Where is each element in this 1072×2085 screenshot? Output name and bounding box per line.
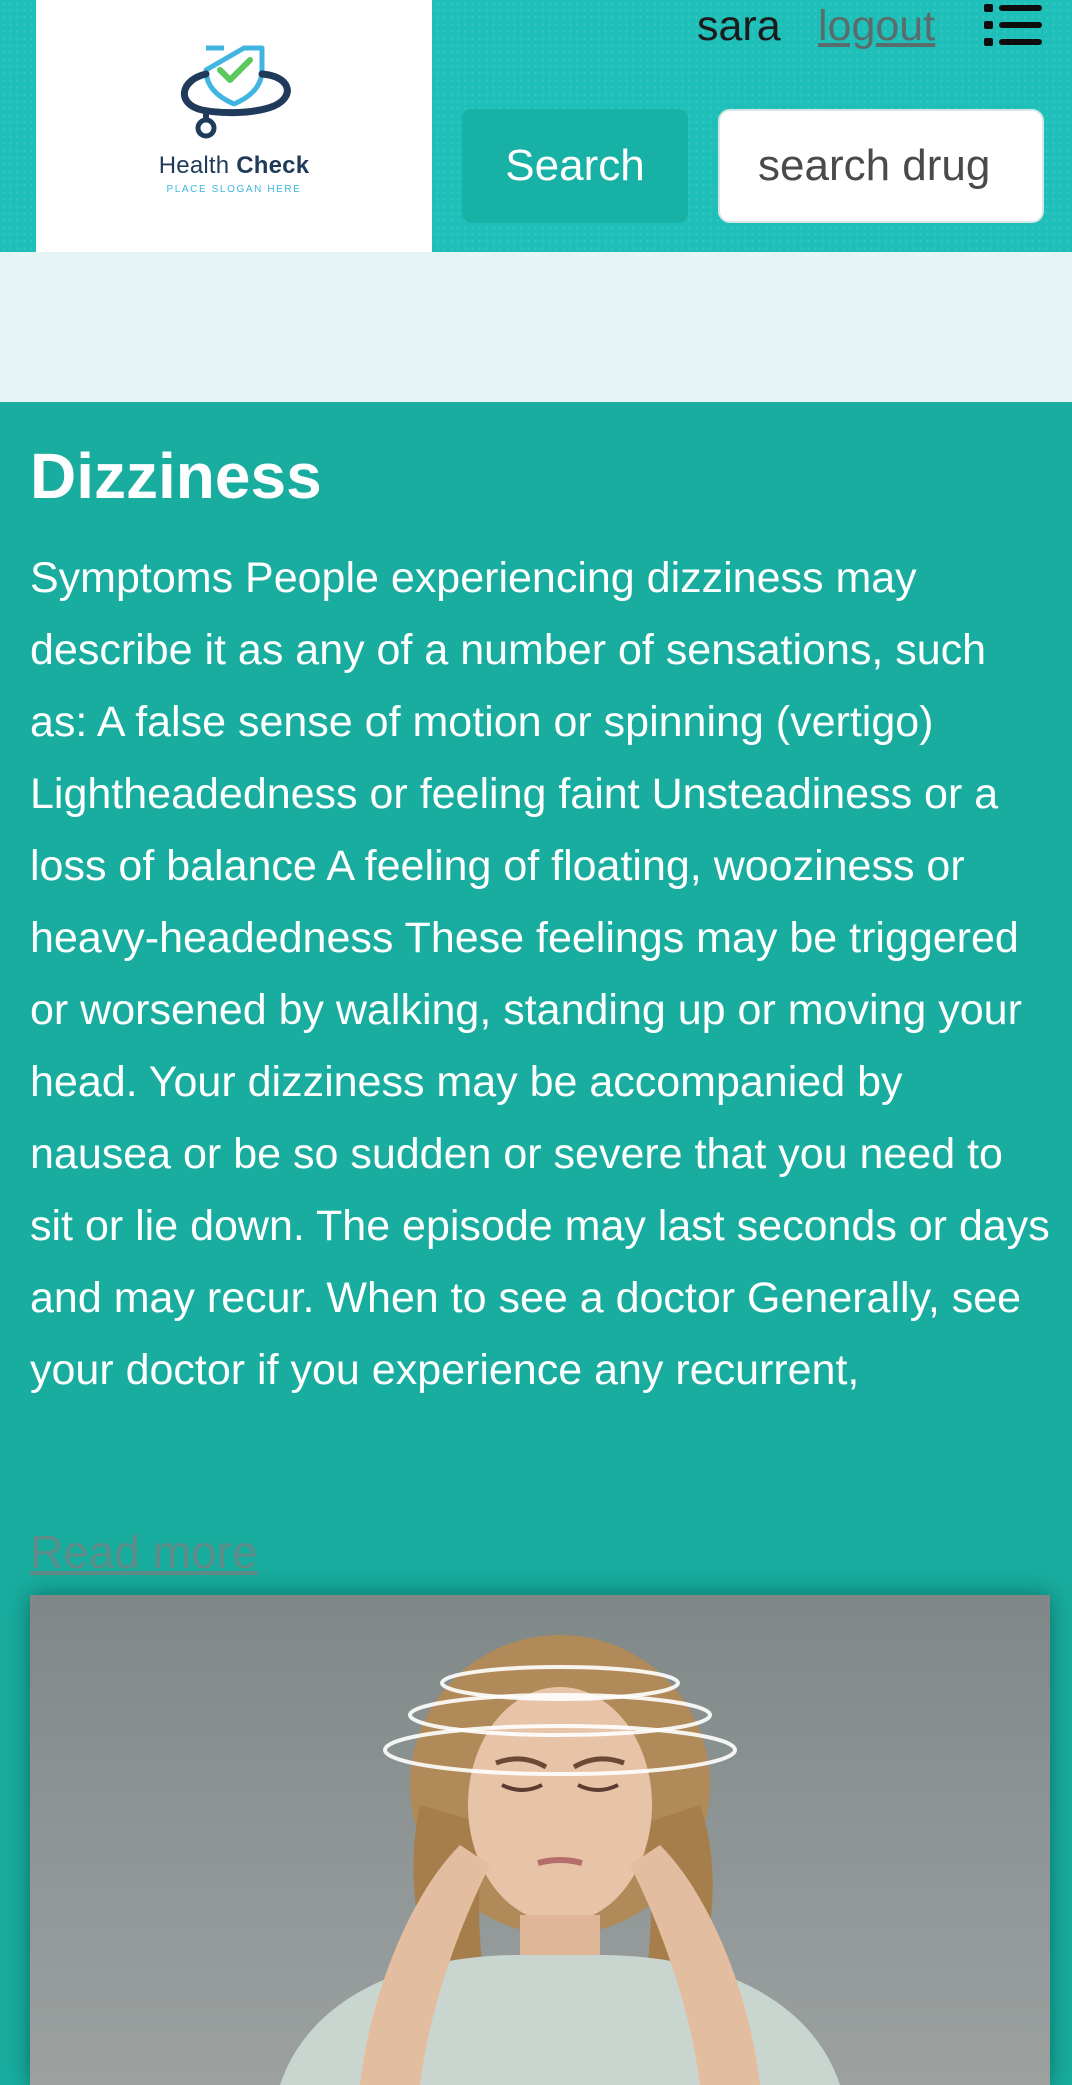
user-name: sara: [697, 2, 781, 50]
logo-wordmark: Health Check: [158, 152, 310, 179]
article-title: Dizziness: [30, 440, 322, 512]
search-button[interactable]: Search: [462, 109, 688, 223]
read-more-link[interactable]: Read more: [30, 1525, 258, 1579]
site-logo[interactable]: Health Check PLACE SLOGAN HERE: [36, 0, 432, 252]
dizzy-woman-photo: [30, 1595, 1050, 2085]
article-body: Symptoms People experiencing dizziness m…: [30, 554, 1050, 1394]
logo-slogan: PLACE SLOGAN HERE: [166, 184, 302, 195]
logout-link[interactable]: logout: [818, 2, 935, 51]
stethoscope-shield-check-icon: [180, 45, 291, 139]
site-header: Health Check PLACE SLOGAN HERE sara logo…: [0, 0, 1072, 252]
article-section: Dizziness Symptoms People experiencing d…: [0, 402, 1072, 2085]
header-spacer-band: [0, 252, 1072, 402]
search-drug-input[interactable]: [718, 109, 1044, 223]
list-menu-icon[interactable]: [982, 0, 1044, 55]
